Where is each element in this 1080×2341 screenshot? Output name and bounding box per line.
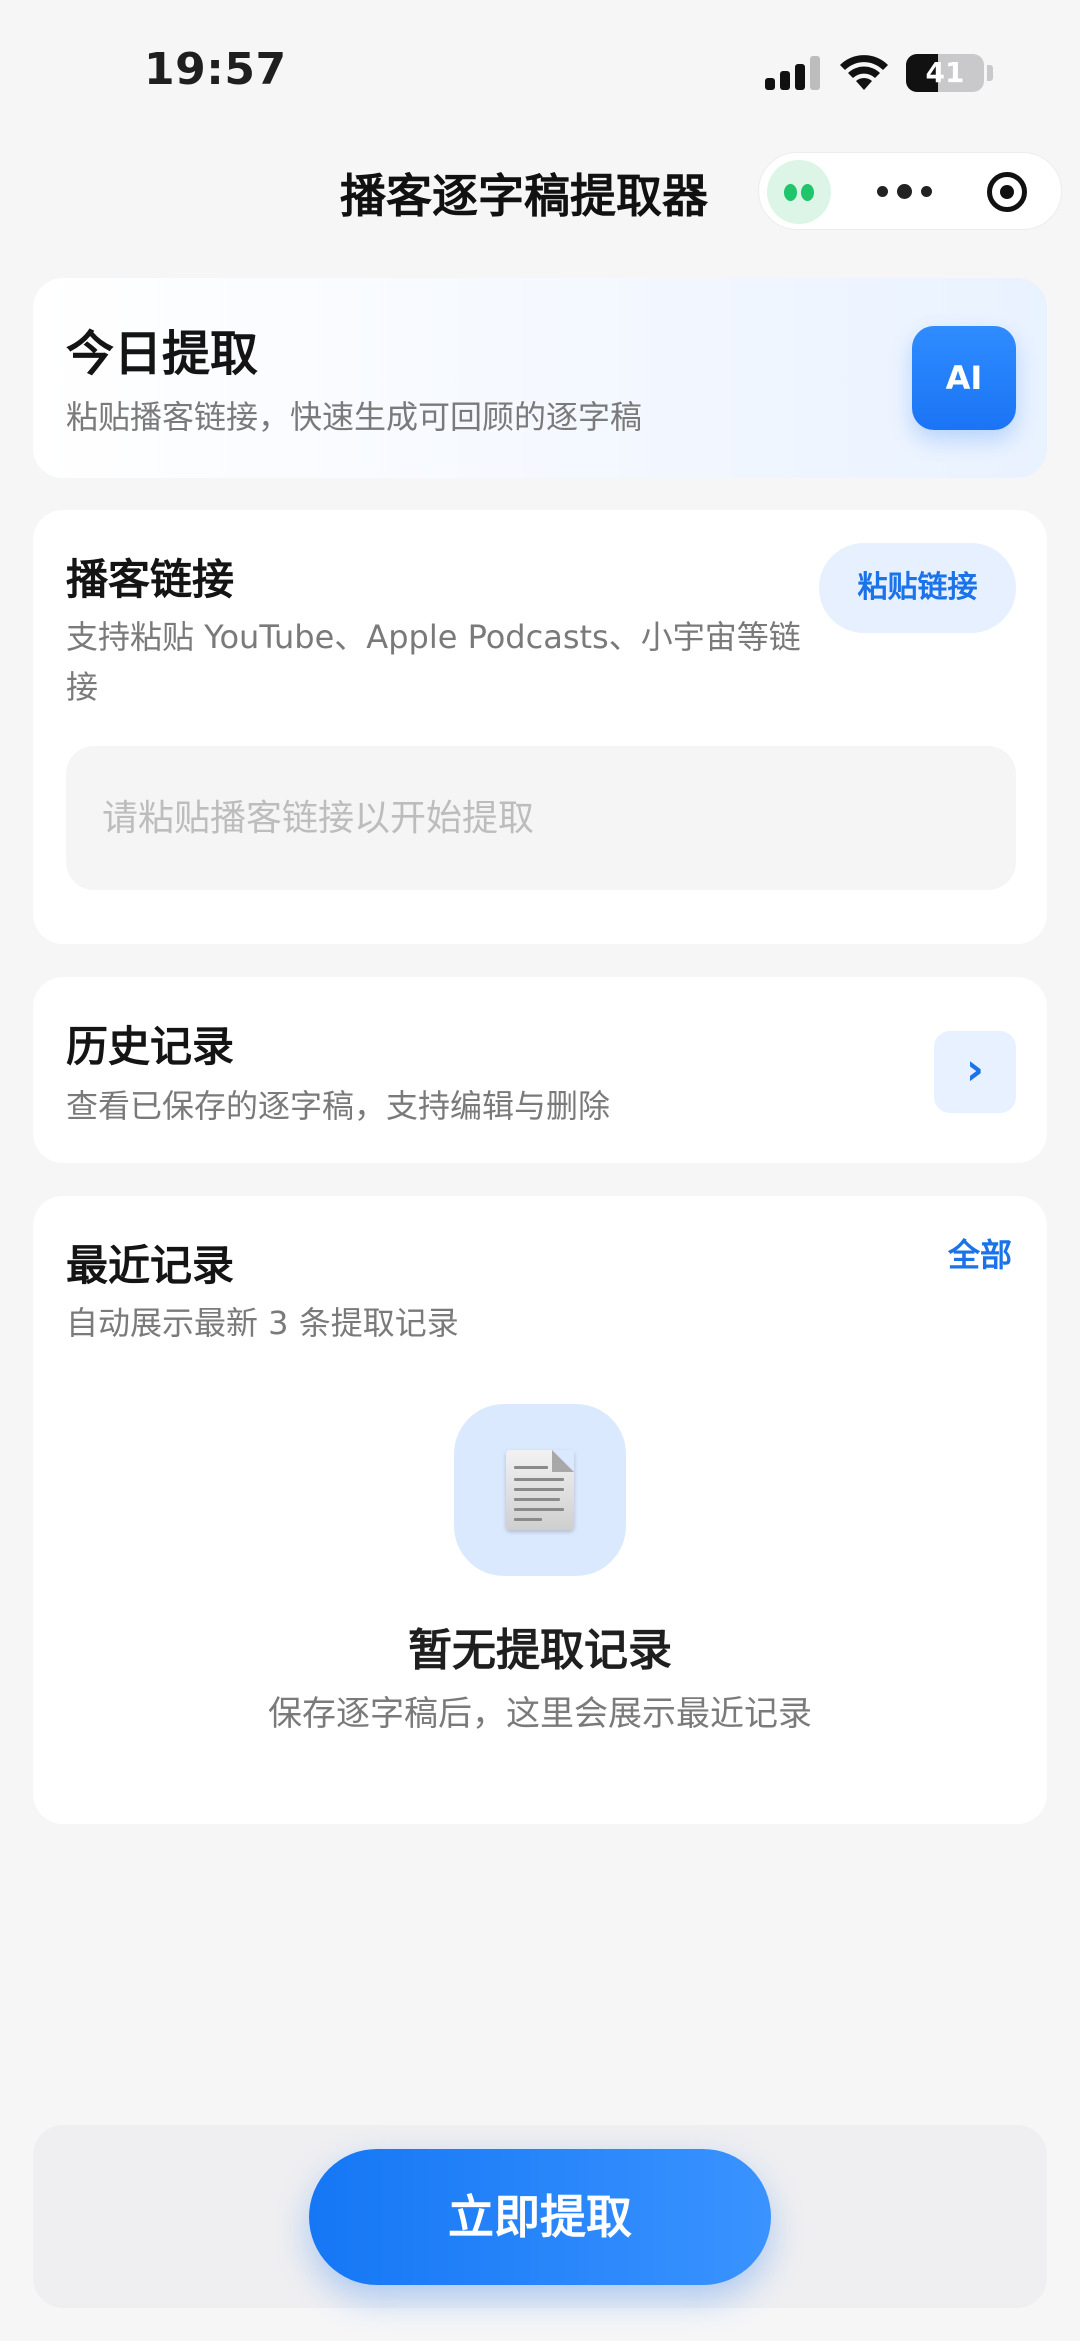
link-subtitle-line-1: 支持粘贴 YouTube、Apple Podcasts、小宇宙等链 — [66, 618, 801, 656]
empty-state-subtitle: 保存逐字稿后，这里会展示最近记录 — [268, 1694, 812, 1734]
link-title: 播客链接 — [66, 555, 235, 604]
cellular-signal-icon — [765, 56, 821, 90]
view-all-link[interactable]: 全部 — [948, 1230, 1012, 1276]
recent-subtitle: 自动展示最新 3 条提取记录 — [66, 1304, 459, 1342]
link-subtitle: 支持粘贴 YouTube、Apple Podcasts、小宇宙等链 接 — [66, 612, 801, 712]
recent-records-card: 最近记录 自动展示最新 3 条提取记录 全部 暂无提取记录 保存逐字稿后，这里会… — [33, 1196, 1047, 1824]
link-subtitle-line-2: 接 — [66, 668, 99, 706]
history-card[interactable]: 历史记录 查看已保存的逐字稿，支持编辑与删除 › — [33, 977, 1047, 1163]
mini-program-avatar-icon[interactable] — [767, 160, 831, 224]
status-bar: 19:57 41 — [0, 0, 1080, 140]
empty-state-title: 暂无提取记录 — [408, 1625, 672, 1676]
status-time: 19:57 — [144, 44, 287, 95]
page-title: 播客逐字稿提取器 — [340, 169, 708, 223]
battery-level: 41 — [925, 56, 965, 89]
paste-link-button[interactable]: 粘贴链接 — [819, 543, 1016, 633]
history-title: 历史记录 — [66, 1022, 235, 1071]
extract-now-button[interactable]: 立即提取 — [309, 2149, 771, 2285]
today-subtitle: 粘贴播客链接，快速生成可回顾的逐字稿 — [66, 398, 643, 436]
today-card: 今日提取 粘贴播客链接，快速生成可回顾的逐字稿 AI — [33, 278, 1047, 478]
podcast-link-card: 播客链接 支持粘贴 YouTube、Apple Podcasts、小宇宙等链 接… — [33, 510, 1047, 944]
podcast-link-input[interactable] — [66, 746, 1016, 890]
app-screen: 19:57 41 播客逐字稿提取器 今日提取 粘贴播客链接，快速生成可回顾的逐字… — [0, 0, 1080, 2341]
battery-cap — [987, 65, 993, 81]
empty-state-icon-wrap — [454, 1404, 626, 1576]
history-subtitle: 查看已保存的逐字稿，支持编辑与删除 — [66, 1087, 611, 1125]
battery-icon: 41 — [906, 54, 984, 92]
document-icon — [506, 1450, 574, 1530]
recent-title: 最近记录 — [66, 1241, 235, 1290]
more-dots-icon[interactable] — [877, 182, 933, 202]
chevron-right-icon[interactable]: › — [934, 1031, 1016, 1113]
ai-badge: AI — [912, 326, 1016, 430]
today-title: 今日提取 — [66, 326, 259, 382]
mini-program-capsule — [758, 152, 1062, 230]
wifi-icon — [840, 55, 888, 90]
target-close-icon[interactable] — [987, 172, 1027, 212]
